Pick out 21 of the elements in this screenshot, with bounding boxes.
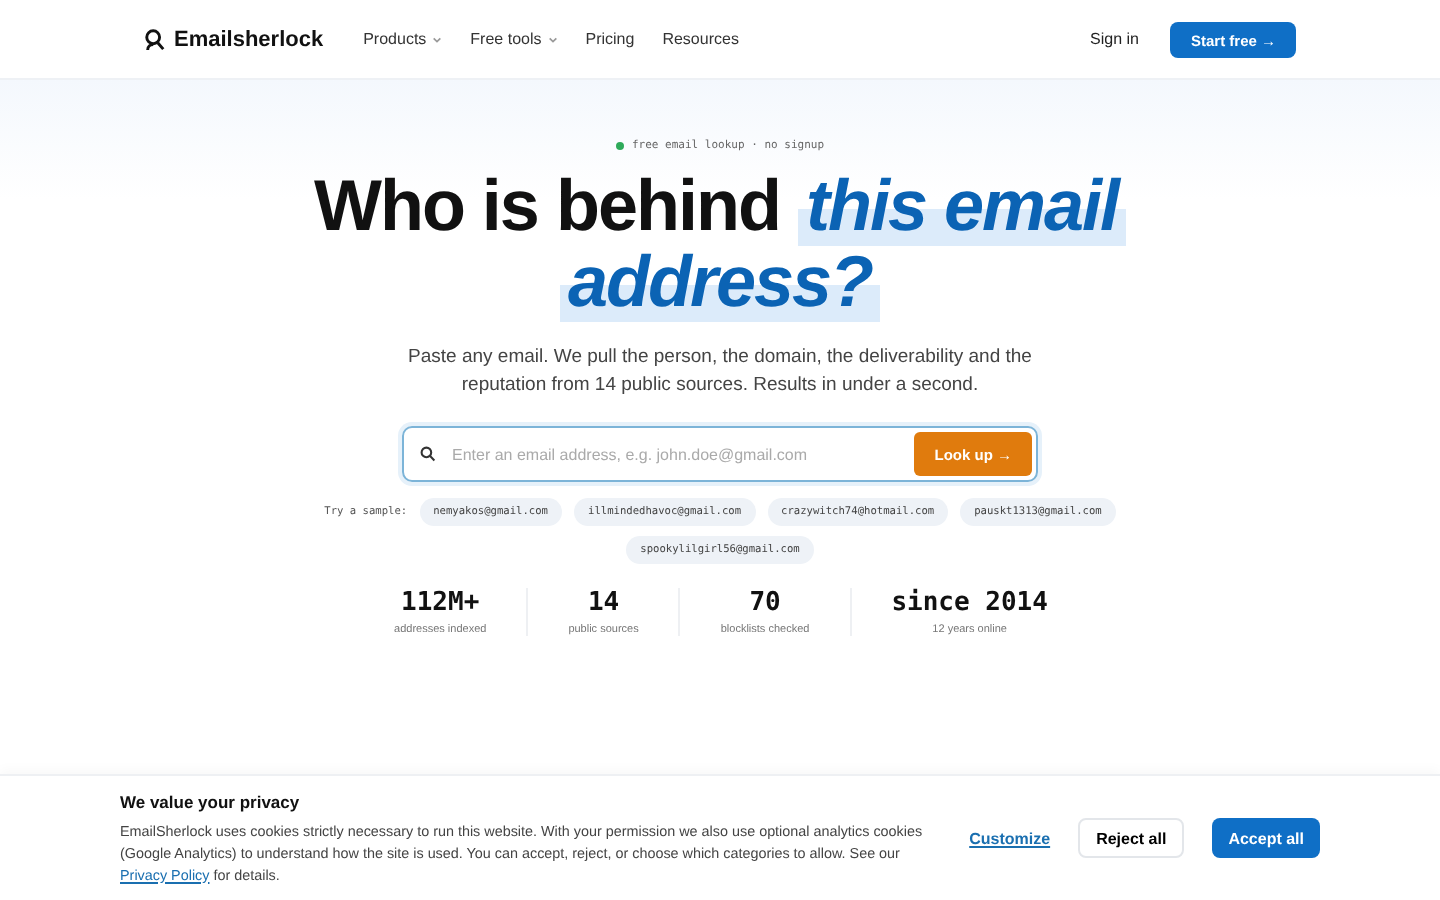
caret-icon [547, 35, 558, 43]
nav-link[interactable]: Pricing [585, 30, 635, 48]
stat-value: since 2014 [891, 588, 1048, 618]
nav-link[interactable]: Products [363, 30, 443, 48]
caret-icon [432, 35, 443, 43]
nav-link[interactable]: Resources [662, 30, 739, 48]
stat-value: 112M+ [401, 588, 480, 618]
status-dot-icon [615, 142, 624, 150]
cookie-title: We value your privacy [120, 791, 302, 811]
accept-all-button[interactable]: Accept all [1212, 818, 1320, 858]
brand-name[interactable]: Emailsherlock [174, 27, 324, 51]
headline: Who is behind this email address? [280, 168, 1160, 320]
reject-all-button[interactable]: Reject all [1078, 818, 1185, 858]
nav-link[interactable]: Free tools [470, 30, 558, 48]
detective-icon [144, 27, 166, 51]
sign-in-link[interactable]: Sign in [1090, 30, 1139, 48]
stat-value: 14 [587, 588, 620, 618]
customize-link[interactable]: Customize [969, 829, 1051, 847]
subtitle: Paste any email. We pull the person, the domain, the deliverability and the reputation from 14 public sources. Results in under a second. [406, 344, 1034, 400]
search-icon [420, 446, 436, 462]
stat-value: 70 [749, 588, 781, 618]
